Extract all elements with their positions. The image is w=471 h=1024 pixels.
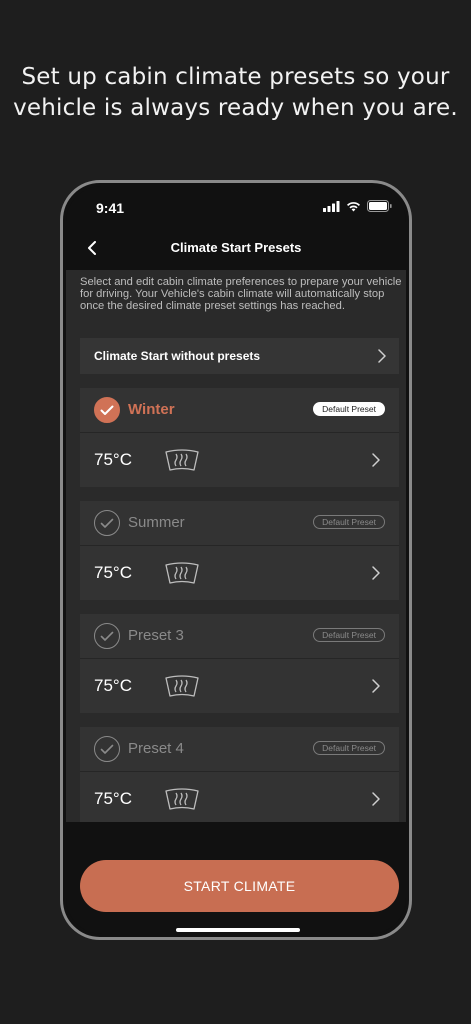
start-climate-button[interactable]: START CLIMATE <box>80 860 399 912</box>
nav-bar: Climate Start Presets <box>66 226 406 270</box>
defrost-icon <box>165 562 199 584</box>
chevron-right-icon <box>372 566 380 580</box>
preset-header[interactable]: Preset 3 Default Preset <box>80 614 399 659</box>
defrost-icon <box>165 788 199 810</box>
default-preset-badge[interactable]: Default Preset <box>313 515 385 529</box>
status-time: 9:41 <box>96 200 125 216</box>
check-icon[interactable] <box>94 623 120 649</box>
chevron-right-icon <box>372 792 380 806</box>
preset-settings-row[interactable]: 75°C <box>80 772 399 822</box>
default-preset-badge[interactable]: Default Preset <box>313 741 385 755</box>
status-icons <box>323 200 392 212</box>
default-preset-badge[interactable]: Default Preset <box>313 628 385 642</box>
preset-header[interactable]: Winter Default Preset <box>80 388 399 433</box>
status-bar: 9:41 <box>66 186 406 226</box>
preset-name: Preset 4 <box>128 740 184 757</box>
preset-temperature: 75°C <box>94 676 132 695</box>
climate-without-presets-label: Climate Start without presets <box>94 349 261 363</box>
preset-name: Winter <box>128 401 175 418</box>
preset-temperature: 75°C <box>94 450 132 469</box>
preset-header[interactable]: Summer Default Preset <box>80 501 399 546</box>
check-icon[interactable] <box>94 736 120 762</box>
preset-name: Summer <box>128 514 185 531</box>
preset-temperature: 75°C <box>94 563 132 582</box>
preset-card-preset-4: Preset 4 Default Preset 75°C <box>80 727 399 822</box>
preset-header[interactable]: Preset 4 Default Preset <box>80 727 399 772</box>
preset-temperature: 75°C <box>94 789 132 808</box>
preset-card-winter: Winter Default Preset 75°C <box>80 388 399 487</box>
defrost-icon <box>165 675 199 697</box>
climate-without-presets-button[interactable]: Climate Start without presets <box>80 338 399 374</box>
check-icon[interactable] <box>94 397 120 423</box>
home-indicator[interactable] <box>176 928 300 932</box>
chevron-right-icon <box>378 349 386 363</box>
defrost-icon <box>165 449 199 471</box>
preset-settings-row[interactable]: 75°C <box>80 659 399 713</box>
phone-screen: 9:41 Climate Start Presets Select and ed… <box>66 186 406 934</box>
chevron-right-icon <box>372 679 380 693</box>
headline: Set up cabin climate presets so your veh… <box>13 64 458 121</box>
preset-name: Preset 3 <box>128 627 184 644</box>
wifi-icon <box>347 201 360 211</box>
presets-content: Select and edit cabin climate preference… <box>66 270 406 822</box>
signal-icon <box>323 200 340 212</box>
preset-card-summer: Summer Default Preset 75°C <box>80 501 399 600</box>
chevron-right-icon <box>372 453 380 467</box>
default-preset-badge[interactable]: Default Preset <box>313 402 385 416</box>
page-title: Climate Start Presets <box>170 240 302 255</box>
preset-settings-row[interactable]: 75°C <box>80 433 399 487</box>
intro-text: Select and edit cabin climate preference… <box>80 276 402 312</box>
phone-frame: 9:41 Climate Start Presets Select and ed… <box>60 180 412 940</box>
battery-icon <box>367 200 392 212</box>
preset-settings-row[interactable]: 75°C <box>80 546 399 600</box>
check-icon[interactable] <box>94 510 120 536</box>
preset-card-preset-3: Preset 3 Default Preset 75°C <box>80 614 399 713</box>
footer: START CLIMATE <box>66 822 406 934</box>
